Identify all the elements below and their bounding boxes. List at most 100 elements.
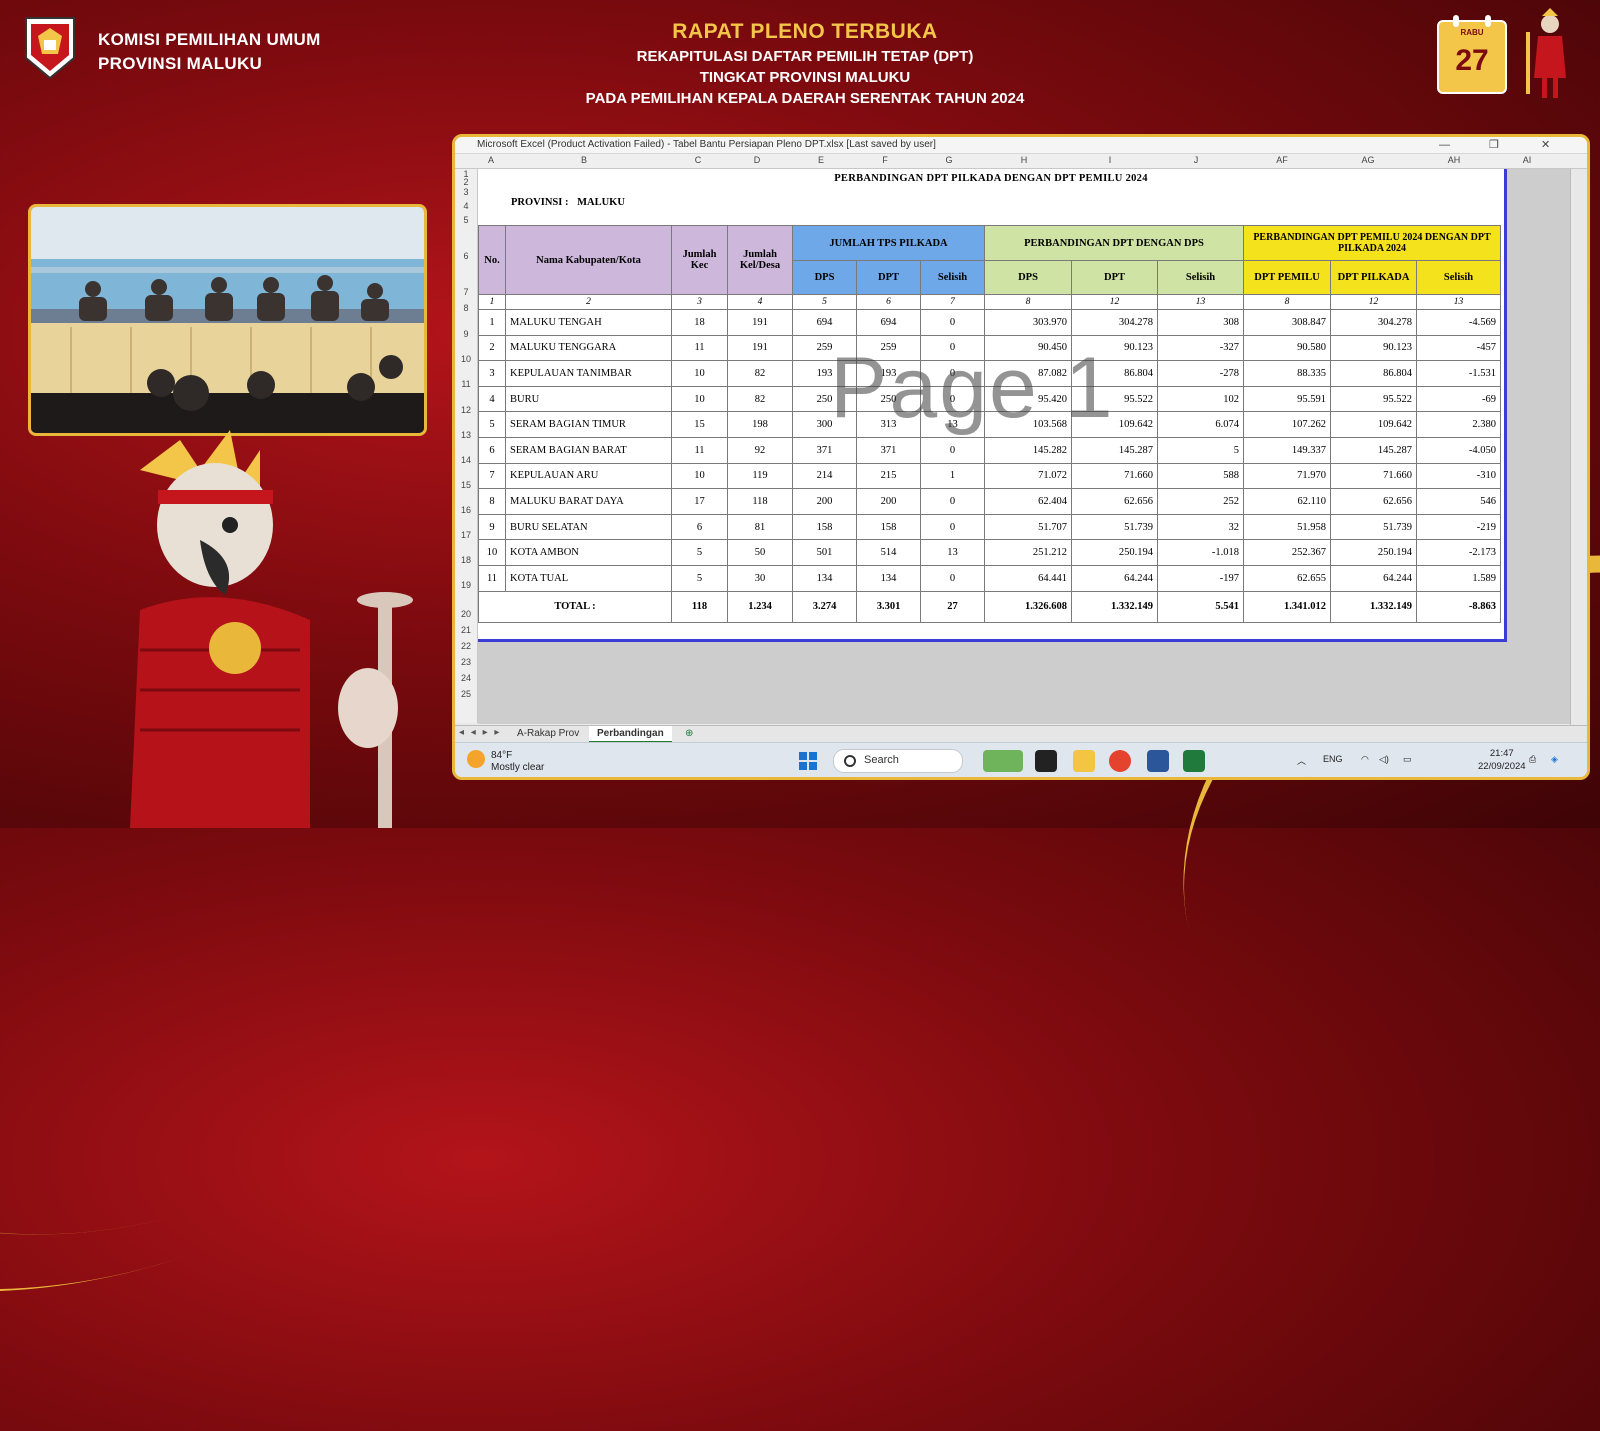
excel-icon[interactable] xyxy=(1183,750,1205,772)
row-header[interactable]: 15 xyxy=(455,480,477,490)
total-cell[interactable]: 1.234 xyxy=(727,590,793,623)
column-header[interactable]: F xyxy=(853,155,917,165)
table-cell[interactable]: -457 xyxy=(1416,334,1501,362)
volume-icon[interactable]: ◁) xyxy=(1379,754,1389,765)
table-cell[interactable]: KEPULAUAN ARU xyxy=(505,462,672,490)
row-header[interactable]: 12 xyxy=(455,405,477,415)
column-header[interactable]: AG xyxy=(1325,155,1411,165)
table-cell[interactable]: 62.110 xyxy=(1243,488,1331,515)
table-cell[interactable]: 87.082 xyxy=(984,360,1072,387)
row-header[interactable]: 18 xyxy=(455,555,477,565)
table-cell[interactable]: 191 xyxy=(727,309,793,336)
table-cell[interactable]: 250 xyxy=(856,385,921,413)
row-header[interactable]: 6 xyxy=(455,251,477,261)
table-cell[interactable]: 259 xyxy=(856,334,921,362)
column-header[interactable]: E xyxy=(789,155,853,165)
table-cell[interactable]: 7 xyxy=(478,462,506,490)
sheet-tab-perbandingan[interactable]: Perbandingan xyxy=(589,726,672,743)
table-cell[interactable]: 8 xyxy=(478,488,506,515)
table-cell[interactable]: 134 xyxy=(792,564,857,592)
table-cell[interactable]: 250.194 xyxy=(1071,539,1158,566)
column-header[interactable]: AF xyxy=(1239,155,1325,165)
total-cell[interactable]: 5.541 xyxy=(1157,590,1244,623)
table-cell[interactable]: 0 xyxy=(920,360,985,387)
row-header[interactable]: 9 xyxy=(455,329,477,339)
table-cell[interactable]: 86.804 xyxy=(1071,360,1158,387)
table-cell[interactable]: 92 xyxy=(727,436,793,464)
table-cell[interactable]: -69 xyxy=(1416,385,1501,413)
table-cell[interactable]: 71.660 xyxy=(1071,462,1158,490)
table-cell[interactable]: 95.522 xyxy=(1071,385,1158,413)
table-cell[interactable]: 158 xyxy=(792,513,857,541)
column-index-cell[interactable]: 1 xyxy=(478,294,506,310)
table-cell[interactable]: 371 xyxy=(792,436,857,464)
row-header[interactable]: 20 xyxy=(455,609,477,619)
table-cell[interactable]: 95.522 xyxy=(1330,385,1417,413)
table-cell[interactable]: 2.380 xyxy=(1416,411,1501,438)
table-cell[interactable]: 13 xyxy=(920,539,985,566)
table-cell[interactable]: 64.244 xyxy=(1071,564,1158,592)
table-cell[interactable]: SERAM BAGIAN BARAT xyxy=(505,436,672,464)
table-cell[interactable]: -1.531 xyxy=(1416,360,1501,387)
column-index-cell[interactable]: 12 xyxy=(1071,294,1158,310)
table-cell[interactable]: 62.656 xyxy=(1071,488,1158,515)
sheet-tab-rekap[interactable]: A-Rakap Prov xyxy=(509,726,587,741)
table-cell[interactable]: 0 xyxy=(920,488,985,515)
table-cell[interactable]: 95.591 xyxy=(1243,385,1331,413)
table-cell[interactable]: 300 xyxy=(792,411,857,438)
table-cell[interactable]: 13 xyxy=(920,411,985,438)
table-cell[interactable]: 81 xyxy=(727,513,793,541)
row-header[interactable]: 17 xyxy=(455,530,477,540)
row-header[interactable]: 25 xyxy=(455,689,477,699)
table-cell[interactable]: 304.278 xyxy=(1330,309,1417,336)
table-cell[interactable]: 215 xyxy=(856,462,921,490)
table-cell[interactable]: 51.707 xyxy=(984,513,1072,541)
row-header[interactable]: 11 xyxy=(455,379,477,389)
table-cell[interactable]: 5 xyxy=(671,564,728,592)
table-cell[interactable]: 50 xyxy=(727,539,793,566)
table-cell[interactable]: 0 xyxy=(920,436,985,464)
chrome-icon[interactable] xyxy=(1109,750,1131,772)
table-cell[interactable]: KEPULAUAN TANIMBAR xyxy=(505,360,672,387)
table-cell[interactable]: 134 xyxy=(856,564,921,592)
table-cell[interactable]: 252 xyxy=(1157,488,1244,515)
column-index-cell[interactable]: 8 xyxy=(1243,294,1331,310)
total-cell[interactable]: 27 xyxy=(920,590,985,623)
vertical-scrollbar[interactable] xyxy=(1570,169,1587,729)
table-cell[interactable]: 64.441 xyxy=(984,564,1072,592)
table-cell[interactable]: 32 xyxy=(1157,513,1244,541)
battery-icon[interactable]: ▭ xyxy=(1403,754,1412,765)
table-cell[interactable]: -278 xyxy=(1157,360,1244,387)
table-cell[interactable]: 51.739 xyxy=(1330,513,1417,541)
table-cell[interactable]: 1 xyxy=(920,462,985,490)
table-cell[interactable]: SERAM BAGIAN TIMUR xyxy=(505,411,672,438)
total-cell[interactable]: 118 xyxy=(671,590,728,623)
taskbar-search[interactable]: Search xyxy=(833,749,963,773)
table-cell[interactable]: KOTA TUAL xyxy=(505,564,672,592)
table-cell[interactable]: 514 xyxy=(856,539,921,566)
row-header[interactable]: 8 xyxy=(455,303,477,313)
table-cell[interactable]: 51.958 xyxy=(1243,513,1331,541)
table-cell[interactable]: 250.194 xyxy=(1330,539,1417,566)
table-cell[interactable]: 30 xyxy=(727,564,793,592)
column-header[interactable]: AI xyxy=(1497,155,1557,165)
table-cell[interactable]: 95.420 xyxy=(984,385,1072,413)
table-cell[interactable]: 313 xyxy=(856,411,921,438)
task-view-icon[interactable] xyxy=(1035,750,1057,772)
row-header[interactable]: 4 xyxy=(455,201,477,211)
table-cell[interactable]: 2 xyxy=(478,334,506,362)
table-cell[interactable]: 145.287 xyxy=(1330,436,1417,464)
table-cell[interactable]: 9 xyxy=(478,513,506,541)
table-cell[interactable]: 11 xyxy=(478,564,506,592)
table-cell[interactable]: -327 xyxy=(1157,334,1244,362)
table-cell[interactable]: 588 xyxy=(1157,462,1244,490)
column-index-cell[interactable]: 4 xyxy=(727,294,793,310)
table-cell[interactable]: 251.212 xyxy=(984,539,1072,566)
table-cell[interactable]: 1 xyxy=(478,309,506,336)
table-cell[interactable]: 103.568 xyxy=(984,411,1072,438)
table-cell[interactable]: 303.970 xyxy=(984,309,1072,336)
table-cell[interactable]: 11 xyxy=(671,334,728,362)
table-cell[interactable]: 6 xyxy=(671,513,728,541)
column-index-cell[interactable]: 5 xyxy=(792,294,857,310)
table-cell[interactable]: MALUKU TENGAH xyxy=(505,309,672,336)
